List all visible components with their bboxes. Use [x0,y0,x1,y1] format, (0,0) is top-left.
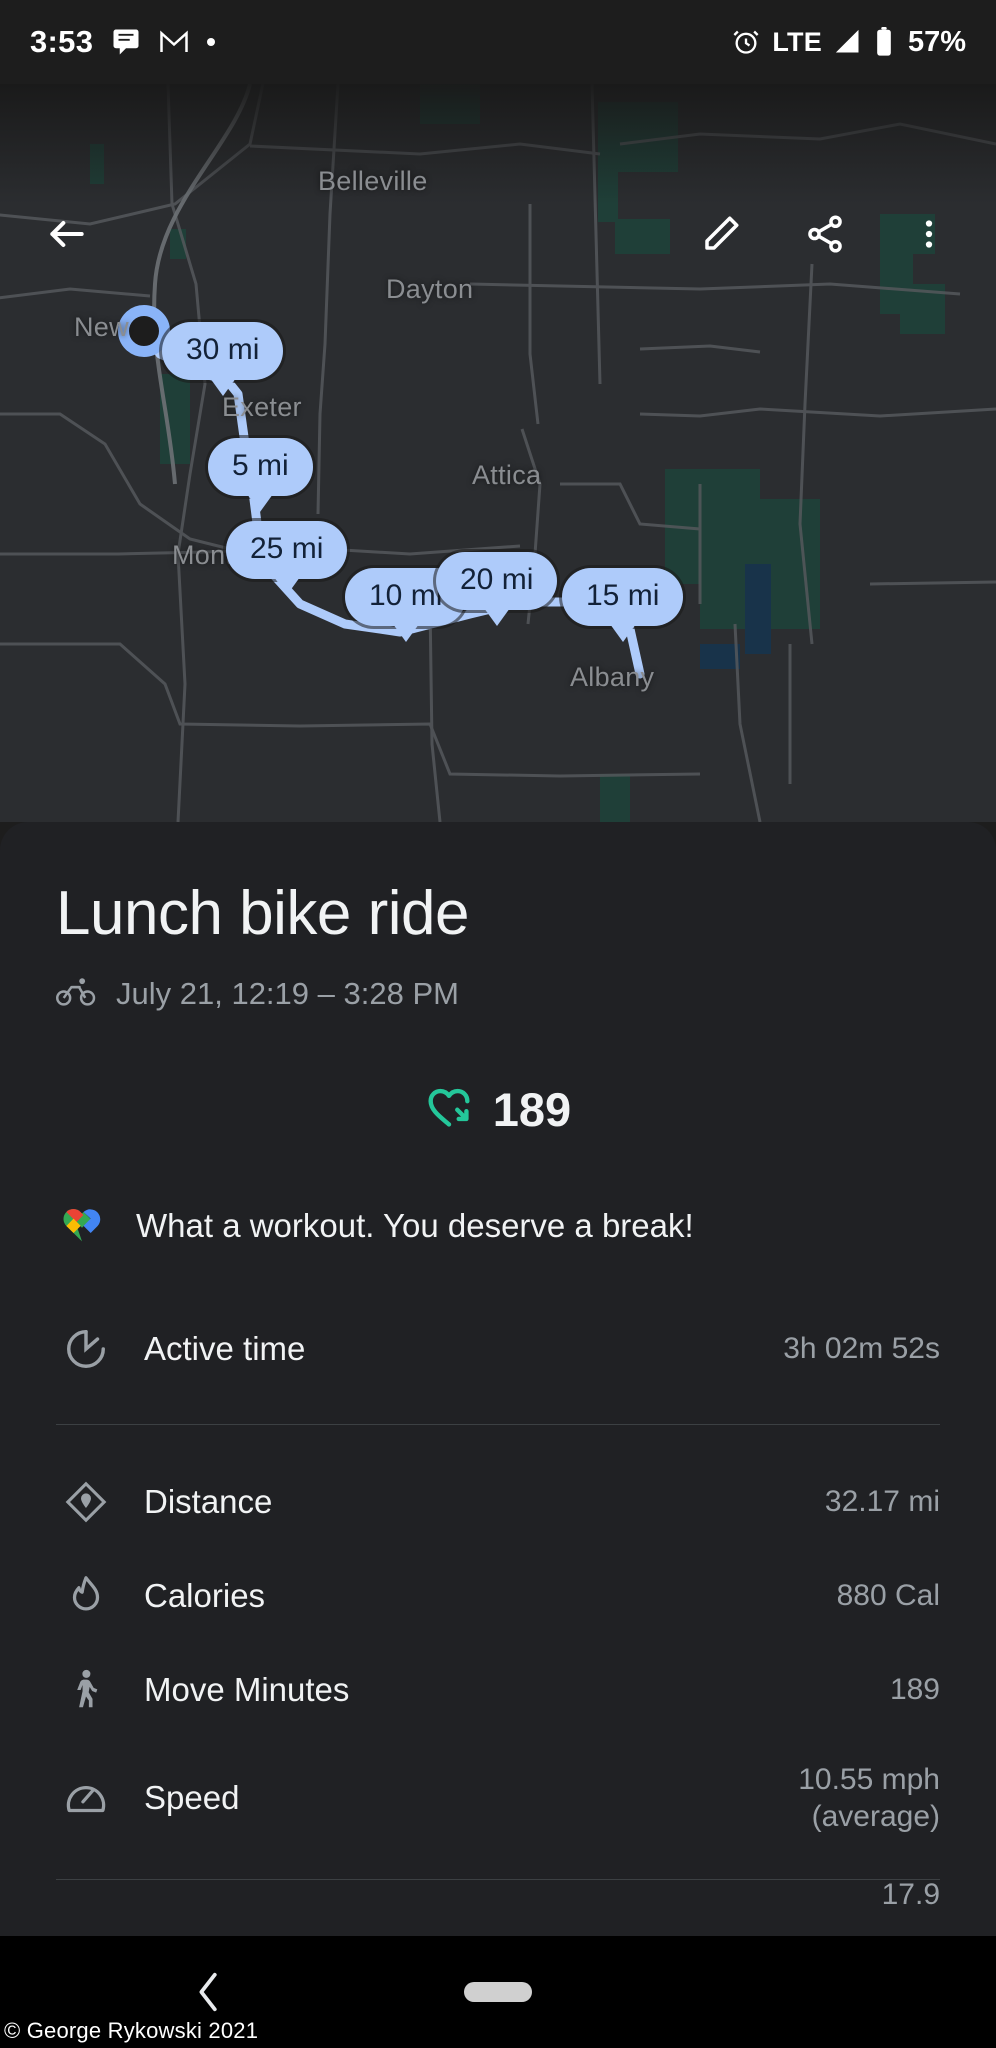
back-arrow-icon[interactable] [36,203,98,265]
network-type-label: LTE [772,26,822,57]
distance-marker-pill[interactable]: 20 mi [436,552,558,626]
heart-points-row: 189 [0,1082,996,1137]
map-place-label: New [74,312,129,342]
map-place-label: Exeter [222,392,302,422]
map-place-label: Attica [472,460,542,490]
route-map[interactable]: BellevilleDaytonNewExeterAtticaMonticell… [0,84,996,822]
activity-datetime: July 21, 12:19 – 3:28 PM [116,975,459,1011]
map-place-label: Belleville [318,166,428,196]
stats-divider-bottom [56,1879,940,1880]
status-bar: 3:53 LTE 57% [0,0,996,84]
nav-back-icon[interactable] [194,1969,224,2015]
page-title: Lunch bike ride [56,879,470,948]
heart-points-value: 189 [492,1083,572,1136]
map-place-label: Dayton [386,274,474,304]
distance-marker-pill[interactable]: 15 mi [562,568,684,642]
map-toolbar [0,194,996,274]
stat-row-calories[interactable]: Calories 880 Cal [0,1549,996,1643]
stat-label: Move Minutes [144,1671,350,1708]
google-fit-heart-icon [56,1197,108,1254]
battery-percent-label: 57% [907,25,966,58]
status-bar-left: 3:53 [30,24,216,60]
alarm-icon [732,28,760,56]
activity-meta-row: July 21, 12:19 – 3:28 PM [0,975,996,1012]
distance-marker-pill[interactable]: 25 mi [226,521,348,595]
speedometer-icon [56,1775,116,1821]
stat-label: Distance [144,1483,273,1520]
stat-row-speed[interactable]: Speed 10.55 mph (average) [0,1737,996,1859]
pencil-icon[interactable] [690,203,752,265]
phone-screen: 3:53 LTE 57% Belleville Dayton New Exete… [0,0,996,2048]
gmail-icon [159,29,189,55]
walking-icon [56,1667,116,1713]
flame-icon [56,1573,116,1619]
stat-row-move-minutes[interactable]: Move Minutes 189 [0,1643,996,1737]
encouragement-text: What a workout. You deserve a break! [136,1206,694,1244]
stat-row-distance[interactable]: Distance 32.17 mi [0,1455,996,1549]
sheet-content: Lunch bike ride July 21, 12:19 – 3:28 PM [0,822,996,1920]
stat-value: 880 Cal [836,1579,940,1613]
stat-row-active-time[interactable]: Active time 3h 02m 52s [0,1302,996,1396]
stat-label: Calories [144,1577,266,1614]
distance-marker-pill[interactable]: 30 mi [162,322,284,396]
stat-value: 32.17 mi [824,1485,940,1519]
status-bar-right: LTE 57% [732,26,966,59]
status-bar-clock: 3:53 [30,24,94,59]
stats-list: Active time 3h 02m 52s Distance 32.17 mi [0,1302,996,1920]
distance-pin-icon [56,1479,116,1525]
map-place-label: Albany [570,662,655,692]
watermark-text: © George Rykowski 2021 [4,2018,259,2043]
share-icon[interactable] [794,203,856,265]
bicycle-icon [56,975,96,1012]
map-toolbar-actions [690,203,960,265]
distance-marker-pill[interactable]: 5 mi [208,438,313,512]
stopwatch-icon [56,1326,116,1372]
encouragement-banner: What a workout. You deserve a break! [0,1197,996,1254]
stat-value: 3h 02m 52s [783,1332,940,1366]
stat-label: Active time [144,1330,306,1367]
clipped-stat-value: 17.9 [881,1878,940,1911]
stats-divider [56,1424,940,1425]
clipped-stat-row[interactable]: 17.9 [0,1878,996,1920]
signal-icon [834,28,862,56]
battery-icon [874,27,894,57]
dot-icon [207,38,216,46]
heart-points-icon [425,1085,473,1134]
message-icon [111,27,141,57]
activity-detail-sheet: Lunch bike ride July 21, 12:19 – 3:28 PM [0,822,996,1936]
stat-value: 10.55 mph (average) [798,1762,940,1834]
home-pill-icon[interactable] [464,1982,532,2002]
stat-label: Speed [144,1779,240,1816]
stat-value: 189 [889,1673,940,1707]
more-vert-icon[interactable] [898,203,960,265]
